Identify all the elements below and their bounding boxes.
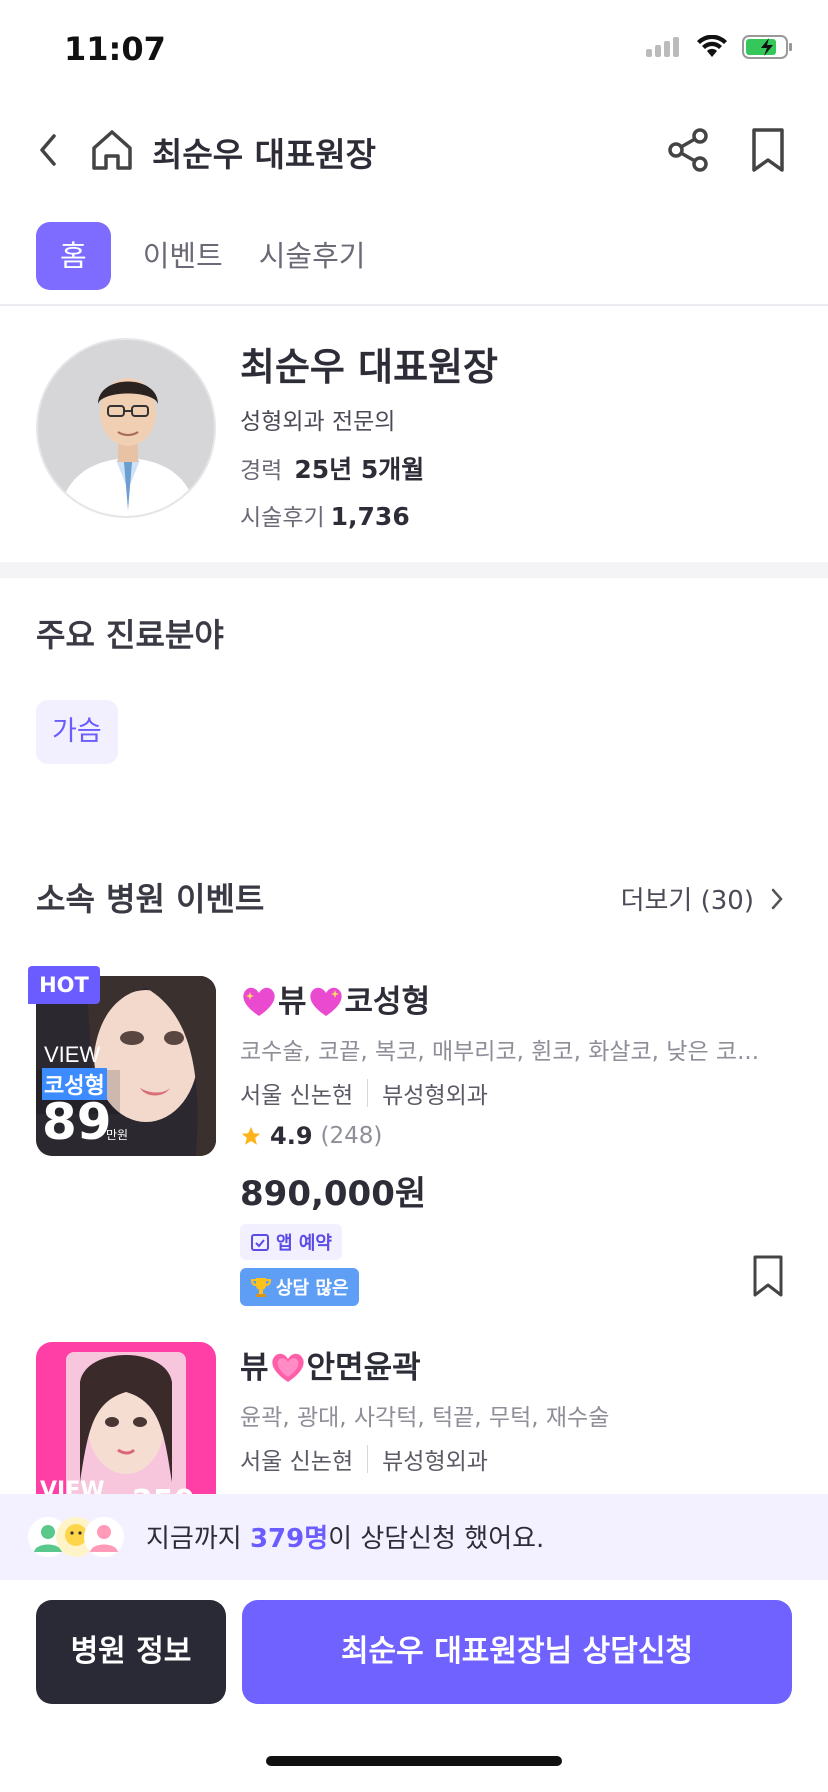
bookmark-icon[interactable] [748,126,788,174]
event-title-prefix: 뷰 [278,984,307,1020]
more-events-link[interactable]: 더보기 (30) [621,880,784,917]
share-icon[interactable] [664,126,712,174]
tab-home[interactable]: 홈 [36,222,111,290]
sparkle-heart-icon [243,987,275,1016]
home-indicator [266,1756,562,1766]
location-separator [367,1445,369,1473]
specialty-chip[interactable]: 가슴 [36,700,118,764]
location-separator [367,1079,369,1107]
event-tags: 코수술, 코끝, 복코, 매부리코, 휜코, 화살코, 낮은 코... [240,1039,760,1065]
events-title: 소속 병원 이벤트 [36,880,265,918]
banner-suffix: 이 상담신청 했어요. [328,1524,545,1554]
doctor-name: 최순우 대표원장 [240,345,498,389]
tab-bar: 홈 이벤트 시술후기 [36,222,383,290]
tab-events[interactable]: 이벤트 [125,222,241,290]
consultation-count-banner: 지금까지 379명이 상담신청 했어요. [0,1494,828,1580]
section-divider [0,562,828,578]
doctor-avatar [36,338,216,518]
popular-consult-badge: 상담 많은 [240,1268,359,1306]
banner-prefix: 지금까지 [146,1524,250,1554]
thumb-price-text: 89 [42,1093,112,1151]
signal-icon [646,37,679,57]
event-tags: 윤곽, 광대, 사각턱, 턱끝, 무턱, 재수술 [240,1405,610,1431]
review-count: 1,736 [330,502,410,531]
hospital-info-button[interactable]: 병원 정보 [36,1600,226,1704]
event-clinic: 뷰성형외과 [382,1083,488,1109]
thumb-unit-text: 만원 [106,1128,129,1142]
career-label: 경력 [240,458,283,484]
wifi-icon [697,35,727,57]
tab-divider [0,304,828,306]
review-row: 시술후기 1,736 [240,498,410,532]
review-label: 시술후기 [240,505,325,531]
more-label: 더보기 (30) [620,886,754,916]
consultation-count-text: 지금까지 379명이 상담신청 했어요. [146,1518,544,1555]
status-time: 11:07 [64,30,166,68]
event-location: 서울 신논현 [240,1083,354,1109]
hot-badge: HOT [28,966,100,1004]
calendar-check-icon [251,1234,269,1251]
top-header: 최순우 대표원장 [0,112,828,188]
status-icons [646,34,794,60]
event-title-suffix: 안면윤곽 [306,1350,421,1386]
event-title-prefix: 뷰 [240,1350,269,1386]
back-icon[interactable] [34,132,64,168]
thumb-view-text: VIEW [44,1042,101,1067]
app-booking-badge: 앱 예약 [240,1224,342,1260]
event-title: 뷰 안면윤곽 [240,1342,421,1387]
event-clinic: 뷰성형외과 [382,1449,488,1475]
event-title: 뷰 코성형 [240,976,430,1021]
user-avatars-icon [28,1517,124,1557]
status-bar: 11:07 [0,0,828,100]
event-location: 서울 신논현 [240,1449,354,1475]
banner-count: 379명 [249,1524,329,1554]
consultation-request-button[interactable]: 최순우 대표원장님 상담신청 [242,1600,792,1704]
event-rating: 4.9 [270,1122,313,1150]
event-review-count: (248) [320,1123,383,1149]
battery-icon [742,35,792,59]
event-title-suffix: 코성형 [344,984,431,1020]
doctor-photo [38,340,214,516]
doctor-specialty: 성형외과 전문의 [240,409,396,435]
event-bookmark-icon[interactable] [750,1254,786,1298]
trophy-icon [250,1278,272,1297]
tab-reviews[interactable]: 시술후기 [241,222,384,290]
header-title: 최순우 대표원장 [152,135,377,174]
bottom-action-bar: 병원 정보 최순우 대표원장님 상담신청 [0,1580,828,1792]
home-icon[interactable] [88,126,136,174]
sparkle-heart-icon [309,987,342,1016]
event-location-row: 서울 신논현 뷰성형외과 [240,1076,488,1110]
event-rating-row: 4.9 (248) [240,1122,382,1150]
event-price: 890,000원 [240,1174,427,1214]
chevron-right-icon [771,888,783,909]
specialties-title: 주요 진료분야 [36,616,224,654]
consult-badge-label: 상담 많은 [276,1278,349,1299]
app-badge-label: 앱 예약 [276,1233,332,1254]
heart-icon [271,1353,304,1382]
career-value: 25년 5개월 [294,455,425,484]
event-location-row: 서울 신논현 뷰성형외과 [240,1442,488,1476]
career-row: 경력 25년 5개월 [240,450,424,486]
star-icon [241,1126,261,1145]
